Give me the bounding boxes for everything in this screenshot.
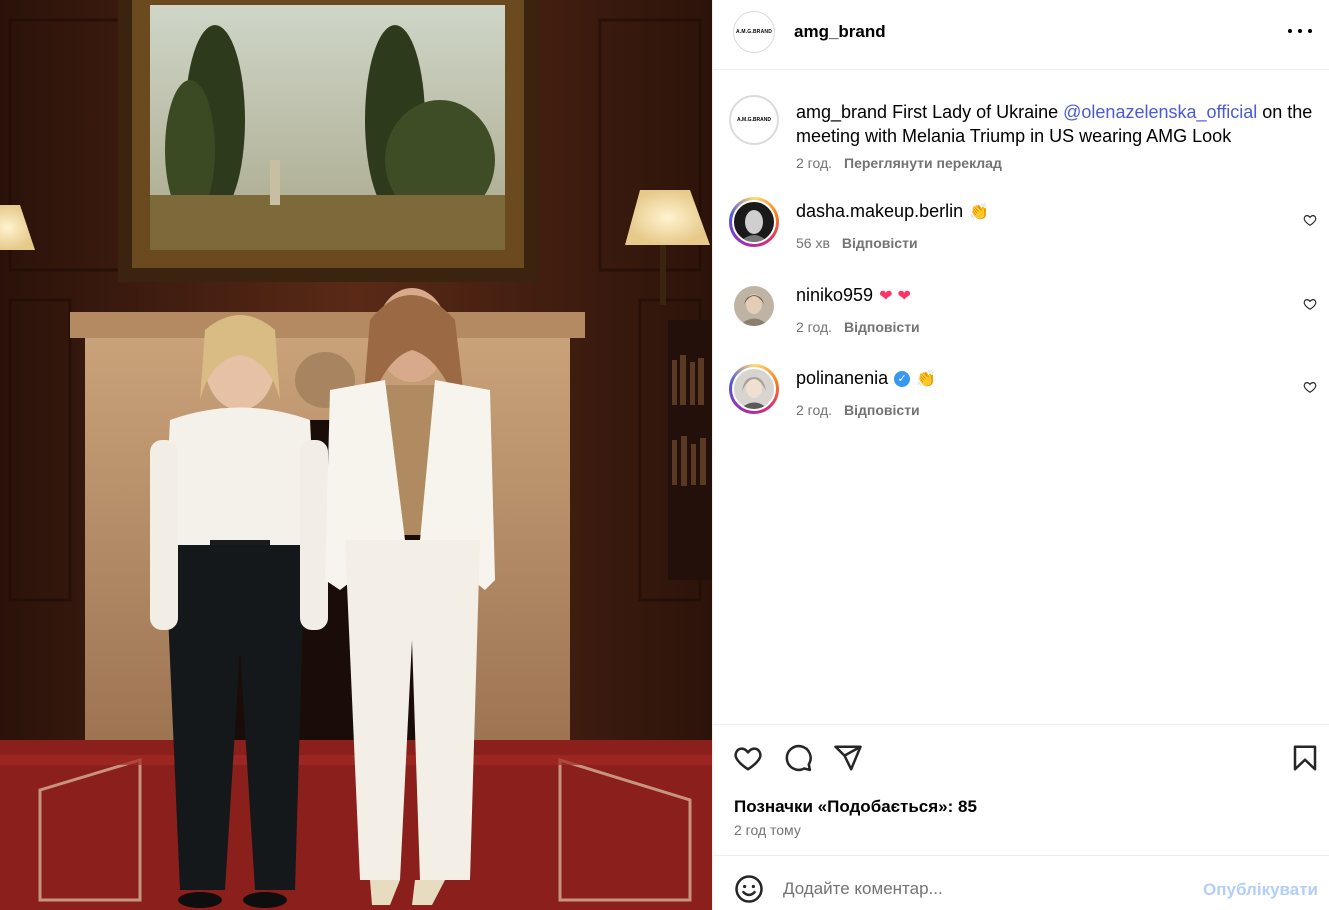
- heart-emoji: ❤ ❤: [879, 285, 911, 305]
- comment-user-row: polinanenia ✓ 👏: [796, 368, 936, 389]
- comment-username[interactable]: dasha.makeup.berlin: [796, 201, 963, 222]
- see-translation-button[interactable]: Переглянути переклад: [844, 155, 1002, 171]
- comment-time: 2 год.: [796, 319, 833, 335]
- photo-illustration: [0, 0, 712, 910]
- caption-text-before: First Lady of Ukraine: [887, 102, 1064, 122]
- comment-user-row: niniko959 ❤ ❤: [796, 285, 911, 306]
- post-comment-button[interactable]: Опублікувати: [1203, 880, 1318, 900]
- smiley-icon[interactable]: [734, 874, 764, 904]
- comment-username[interactable]: niniko959: [796, 285, 873, 306]
- comment-username[interactable]: polinanenia: [796, 368, 888, 389]
- caption-avatar[interactable]: A.M.G.BRAND: [729, 95, 779, 145]
- bookmark-icon[interactable]: [1290, 743, 1320, 773]
- comment-item: polinanenia ✓ 👏 2 год. Відповісти: [729, 364, 1319, 434]
- heart-icon[interactable]: [733, 743, 763, 773]
- caption-mention-link[interactable]: @olenazelenska_official: [1063, 102, 1257, 122]
- comment-icon[interactable]: [783, 743, 813, 773]
- comment-avatar[interactable]: [734, 286, 774, 326]
- posted-time: 2 год тому: [734, 822, 801, 838]
- reply-button[interactable]: Відповісти: [844, 319, 920, 335]
- clapping-hands-emoji: 👏: [969, 201, 990, 221]
- comment-item: dasha.makeup.berlin 👏 56 хв Відповісти: [729, 197, 1319, 267]
- comment-time: 56 хв: [796, 235, 830, 251]
- comment-input[interactable]: [783, 872, 1183, 906]
- more-horizontal-icon: [1288, 29, 1292, 33]
- caption-username[interactable]: amg_brand: [796, 102, 887, 122]
- comment-meta: 2 год. Відповісти: [796, 319, 920, 335]
- caption-logo-text: A.M.G.BRAND: [737, 117, 771, 123]
- post-actions: Позначки «Подобається»: 85 2 год тому: [713, 724, 1329, 854]
- comment-time: 2 год.: [796, 402, 833, 418]
- post-photo[interactable]: [0, 0, 712, 910]
- comment-avatar[interactable]: [729, 197, 779, 247]
- comment-meta: 2 год. Відповісти: [796, 402, 920, 418]
- post-header: A.M.G.BRAND amg_brand: [713, 0, 1329, 70]
- heart-icon[interactable]: [1303, 297, 1317, 311]
- comment-item: niniko959 ❤ ❤ 2 год. Відповісти: [729, 281, 1319, 351]
- author-avatar[interactable]: A.M.G.BRAND: [733, 11, 775, 53]
- caption-text: amg_brand First Lady of Ukraine @olenaze…: [796, 100, 1316, 148]
- author-username[interactable]: amg_brand: [794, 22, 886, 42]
- reply-button[interactable]: Відповісти: [844, 402, 920, 418]
- heart-icon[interactable]: [1303, 213, 1317, 227]
- share-icon[interactable]: [833, 743, 863, 773]
- verified-badge-icon: ✓: [894, 370, 911, 387]
- comment-avatar[interactable]: [729, 364, 779, 414]
- caption-time: 2 год.: [796, 155, 833, 171]
- post-details-panel: A.M.G.BRAND amg_brand A.M.G.BRAND amg_br…: [712, 0, 1329, 910]
- comment-composer: Опублікувати: [713, 855, 1329, 910]
- author-logo-text: A.M.G.BRAND: [735, 29, 773, 35]
- comment-user-row: dasha.makeup.berlin 👏: [796, 201, 989, 222]
- comments-list[interactable]: A.M.G.BRAND amg_brand First Lady of Ukra…: [713, 71, 1329, 723]
- more-options-button[interactable]: [1288, 21, 1312, 41]
- reply-button[interactable]: Відповісти: [842, 235, 918, 251]
- likes-count[interactable]: Позначки «Подобається»: 85: [734, 797, 977, 817]
- comment-meta: 56 хв Відповісти: [796, 235, 918, 251]
- heart-icon[interactable]: [1303, 380, 1317, 394]
- caption-meta: 2 год. Переглянути переклад: [796, 155, 1002, 171]
- clapping-hands-emoji: 👏: [916, 368, 937, 388]
